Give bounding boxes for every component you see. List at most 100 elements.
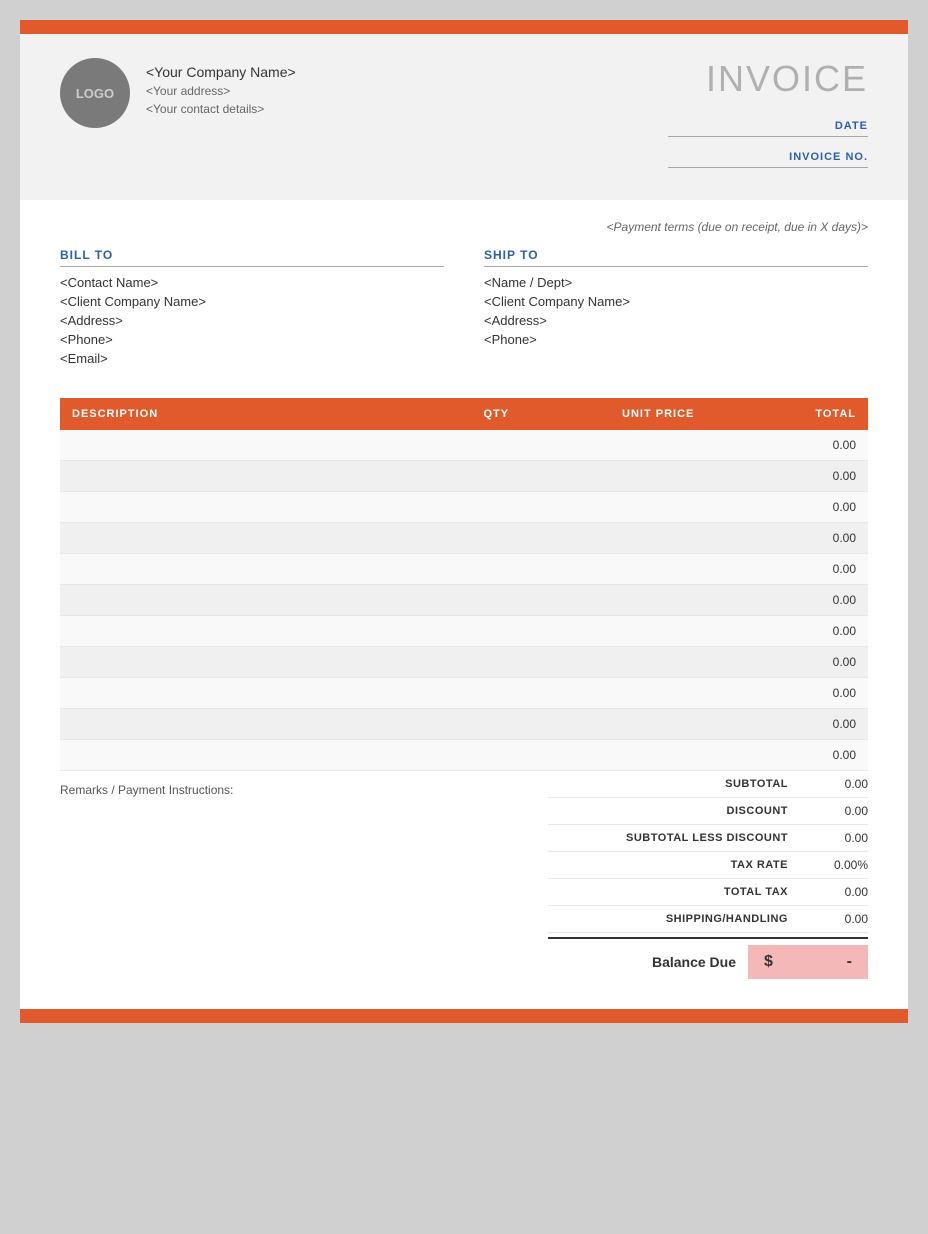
table-row: 0.00 — [60, 647, 868, 678]
invoice-meta: DATE INVOICE NO. — [608, 120, 868, 176]
tax-rate-row: TAX RATE 0.00% — [548, 852, 868, 879]
cell-total: 0.00 — [706, 709, 868, 740]
shipping-row: SHIPPING/HANDLING 0.00 — [548, 906, 868, 933]
cell-total: 0.00 — [706, 647, 868, 678]
table-row: 0.00 — [60, 616, 868, 647]
subtotal-less-discount-row: SUBTOTAL LESS DISCOUNT 0.00 — [548, 825, 868, 852]
totals-area: SUBTOTAL 0.00 DISCOUNT 0.00 SUBTOTAL LES… — [548, 771, 868, 979]
col-total: TOTAL — [706, 398, 868, 430]
cell-qty — [448, 585, 545, 616]
bill-to-contact: <Contact Name> — [60, 275, 444, 290]
cell-total: 0.00 — [706, 616, 868, 647]
cell-unit-price — [545, 709, 707, 740]
items-table: DESCRIPTION QTY UNIT PRICE TOTAL 0.00 0.… — [60, 398, 868, 771]
discount-label: DISCOUNT — [548, 805, 808, 817]
total-tax-value: 0.00 — [808, 885, 868, 899]
tax-rate-label: TAX RATE — [548, 859, 808, 871]
balance-due-label: Balance Due — [652, 954, 748, 970]
logo-text: LOGO — [76, 86, 114, 101]
subtotal-label: SUBTOTAL — [548, 778, 808, 790]
cell-total: 0.00 — [706, 585, 868, 616]
cell-description — [60, 461, 448, 492]
discount-value: 0.00 — [808, 804, 868, 818]
subtotal-value: 0.00 — [808, 777, 868, 791]
bill-to-company: <Client Company Name> — [60, 294, 444, 309]
invoice-no-row: INVOICE NO. — [668, 151, 868, 176]
cell-qty — [448, 492, 545, 523]
ship-to-address: <Address> — [484, 313, 868, 328]
cell-qty — [448, 709, 545, 740]
billing-section: BILL TO <Contact Name> <Client Company N… — [60, 248, 868, 370]
shipping-value: 0.00 — [808, 912, 868, 926]
cell-total: 0.00 — [706, 461, 868, 492]
company-address: <Your address> — [146, 84, 296, 98]
balance-due-amount: $ - — [748, 945, 868, 979]
cell-qty — [448, 616, 545, 647]
cell-qty — [448, 523, 545, 554]
company-name: <Your Company Name> — [146, 64, 296, 80]
bill-to-header: BILL TO — [60, 248, 444, 267]
cell-description — [60, 492, 448, 523]
table-row: 0.00 — [60, 461, 868, 492]
bill-to-column: BILL TO <Contact Name> <Client Company N… — [60, 248, 444, 370]
table-row: 0.00 — [60, 554, 868, 585]
subtotal-row: SUBTOTAL 0.00 — [548, 771, 868, 798]
date-line — [668, 136, 868, 137]
ship-to-name: <Name / Dept> — [484, 275, 868, 290]
bill-to-email: <Email> — [60, 351, 444, 366]
subtotal-less-discount-label: SUBTOTAL LESS DISCOUNT — [548, 832, 808, 844]
logo-circle: LOGO — [60, 58, 130, 128]
cell-total: 0.00 — [706, 740, 868, 771]
table-row: 0.00 — [60, 709, 868, 740]
cell-description — [60, 430, 448, 461]
cell-total: 0.00 — [706, 678, 868, 709]
col-description: DESCRIPTION — [60, 398, 448, 430]
cell-description — [60, 740, 448, 771]
cell-description — [60, 647, 448, 678]
company-info: <Your Company Name> <Your address> <Your… — [146, 58, 296, 116]
subtotal-less-discount-value: 0.00 — [808, 831, 868, 845]
remarks-label: Remarks / Payment Instructions: — [60, 783, 233, 797]
cell-unit-price — [545, 647, 707, 678]
cell-description — [60, 523, 448, 554]
balance-due-currency-symbol: $ — [764, 953, 773, 971]
cell-total: 0.00 — [706, 554, 868, 585]
cell-description — [60, 616, 448, 647]
total-tax-row: TOTAL TAX 0.00 — [548, 879, 868, 906]
cell-unit-price — [545, 430, 707, 461]
invoice-title: INVOICE — [608, 58, 868, 100]
table-row: 0.00 — [60, 430, 868, 461]
ship-to-column: SHIP TO <Name / Dept> <Client Company Na… — [484, 248, 868, 370]
bill-to-address: <Address> — [60, 313, 444, 328]
remarks-area: Remarks / Payment Instructions: — [60, 771, 548, 799]
total-tax-label: TOTAL TAX — [548, 886, 808, 898]
date-row: DATE — [668, 120, 868, 145]
invoice-page: LOGO <Your Company Name> <Your address> … — [20, 20, 908, 1023]
shipping-label: SHIPPING/HANDLING — [548, 913, 808, 925]
cell-unit-price — [545, 523, 707, 554]
cell-total: 0.00 — [706, 523, 868, 554]
table-row: 0.00 — [60, 585, 868, 616]
cell-description — [60, 554, 448, 585]
table-row: 0.00 — [60, 492, 868, 523]
col-unit-price: UNIT PRICE — [545, 398, 707, 430]
cell-unit-price — [545, 492, 707, 523]
invoice-no-label: INVOICE NO. — [789, 151, 868, 163]
table-header-row: DESCRIPTION QTY UNIT PRICE TOTAL — [60, 398, 868, 430]
cell-qty — [448, 554, 545, 585]
cell-qty — [448, 678, 545, 709]
cell-unit-price — [545, 461, 707, 492]
bill-to-phone: <Phone> — [60, 332, 444, 347]
logo-area: LOGO <Your Company Name> <Your address> … — [60, 58, 296, 128]
ship-to-header: SHIP TO — [484, 248, 868, 267]
cell-description — [60, 585, 448, 616]
table-wrapper: DESCRIPTION QTY UNIT PRICE TOTAL 0.00 0.… — [20, 398, 908, 771]
cell-unit-price — [545, 585, 707, 616]
cell-total: 0.00 — [706, 430, 868, 461]
tax-rate-value: 0.00% — [808, 858, 868, 872]
col-qty: QTY — [448, 398, 545, 430]
summary-section: Remarks / Payment Instructions: SUBTOTAL… — [20, 771, 908, 1009]
cell-qty — [448, 647, 545, 678]
cell-unit-price — [545, 740, 707, 771]
discount-row: DISCOUNT 0.00 — [548, 798, 868, 825]
